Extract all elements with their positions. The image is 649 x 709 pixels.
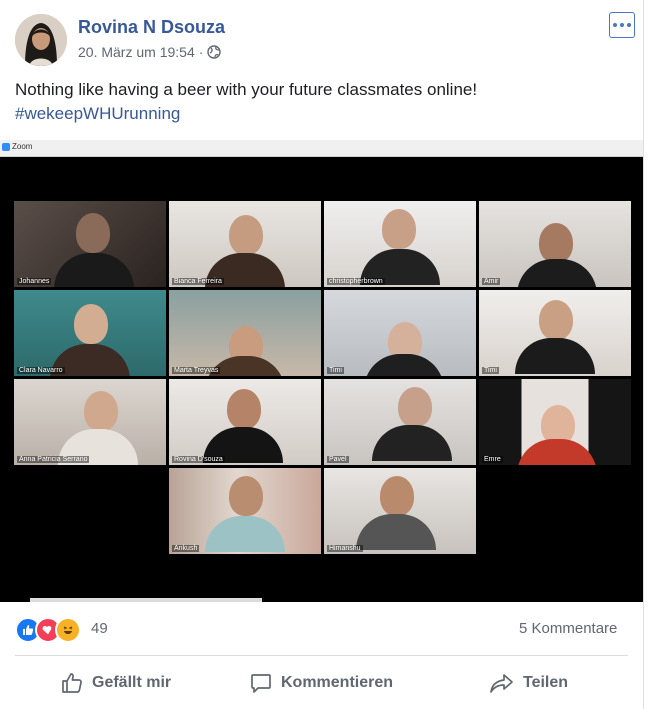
haha-icon [55, 617, 81, 643]
video-tile: Clara Navarro [14, 290, 166, 376]
more-options-button[interactable] [609, 12, 635, 38]
reactions-summary[interactable] [15, 617, 81, 643]
zoom-title-bar: Zoom [0, 140, 643, 157]
video-tile: Pavel [324, 379, 476, 465]
post-image[interactable]: Zoom Johannes Bianca Ferreira christophe… [0, 140, 643, 602]
ellipsis-icon [613, 23, 617, 27]
share-button[interactable]: Teilen [489, 671, 568, 695]
video-tile: Anna Patricia Serrano [14, 379, 166, 465]
like-label: Gefällt mir [92, 674, 172, 691]
reaction-count[interactable]: 49 [91, 620, 108, 637]
participant-name: Emre [482, 456, 503, 463]
thumbs-up-icon [62, 673, 82, 693]
comment-label: Kommentieren [281, 674, 394, 691]
video-tile: Himanshu [324, 468, 476, 554]
participant-name: Marta Treyvas [172, 367, 221, 374]
post-text: Nothing like having a beer with your fut… [15, 80, 478, 99]
video-tile: Timi [479, 290, 631, 376]
video-tile: Ankush [169, 468, 321, 554]
participant-name: Amir [482, 278, 501, 285]
participant-name: Clara Navarro [17, 367, 65, 374]
video-tile-active-speaker: Emre [479, 379, 631, 465]
globe-icon[interactable] [207, 45, 222, 59]
participant-name: Ankush [172, 545, 200, 552]
video-tile: christopherbrown [324, 201, 476, 287]
participant-name: Timi [327, 367, 344, 374]
video-tile: Marta Treyvas [169, 290, 321, 376]
participant-name: Anna Patricia Serrano [17, 456, 90, 463]
participant-name: Himanshu [327, 545, 363, 552]
video-tile: Timi [324, 290, 476, 376]
participant-name: Bianca Ferreira [172, 278, 224, 285]
meta-separator: · [198, 44, 204, 60]
share-arrow-icon [490, 674, 513, 693]
post-card: Rovina N Dsouza 20. März um 19:54 · Noth… [0, 0, 644, 709]
video-tile: Johannes [14, 201, 166, 287]
video-tile: Bianca Ferreira [169, 201, 321, 287]
comment-bubble-icon [251, 674, 271, 693]
avatar[interactable] [15, 14, 67, 66]
image-scrollbar [30, 598, 262, 602]
zoom-window-title: Zoom [12, 142, 33, 151]
video-tile: Amir [479, 201, 631, 287]
profile-photo-icon [15, 14, 67, 66]
author-name[interactable]: Rovina N Dsouza [78, 17, 225, 38]
hashtag-link[interactable]: #wekeepWHUrunning [15, 104, 180, 124]
ellipsis-dot [627, 23, 631, 27]
participant-name: Pavel [327, 456, 349, 463]
participant-name: christopherbrown [327, 278, 385, 285]
zoom-logo-icon [2, 143, 10, 151]
comments-count-link[interactable]: 5 Kommentare [519, 620, 617, 637]
participant-name: Rovina D'souza [172, 456, 225, 463]
video-tile: Rovina D'souza [169, 379, 321, 465]
participant-name: Timi [482, 367, 499, 374]
post-timestamp[interactable]: 20. März um 19:54 [78, 44, 195, 60]
post-meta: 20. März um 19:54 · [78, 44, 222, 60]
share-label: Teilen [523, 674, 569, 691]
participant-name: Johannes [17, 278, 52, 285]
comment-button[interactable]: Kommentieren [249, 671, 393, 695]
divider [15, 655, 628, 656]
ellipsis-dot [620, 23, 624, 27]
like-button[interactable]: Gefällt mir [60, 671, 171, 695]
